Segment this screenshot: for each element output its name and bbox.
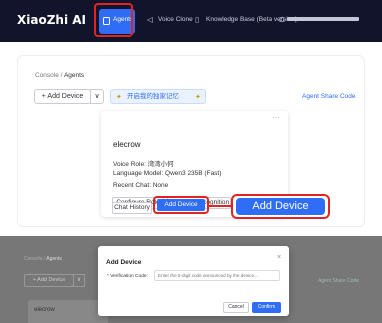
add-device-modal-screen: Console / Agents + Add Device ∨ Agent Sh… (0, 236, 382, 323)
agents-page: XiaoZhi AI Agents ◁ Voice Clone ▯ Knowle… (0, 0, 382, 228)
chat-history-button[interactable]: Chat History (112, 202, 152, 214)
knowledge-base-icon: ▯ (195, 15, 200, 24)
background-breadcrumb-separator: / (43, 256, 46, 262)
background-agent-name: elecrow (34, 307, 55, 313)
background-breadcrumb: Console / Agents (24, 256, 62, 262)
agents-highlight-box (94, 3, 133, 37)
sparkle-icon: ✦ (116, 94, 122, 101)
agent-name: elecrow (113, 140, 141, 149)
background-add-device-button: + Add Device (24, 274, 74, 287)
verification-code-label: * Verification Code: (107, 274, 148, 279)
top-navbar: XiaoZhi AI Agents ◁ Voice Clone ▯ Knowle… (0, 0, 382, 42)
breadcrumb-separator: / (60, 72, 63, 79)
voice-role: Voice Role: 湾湾小何 (113, 161, 174, 168)
voice-clone-icon: ◁ (147, 15, 153, 24)
chevron-down-icon[interactable]: ∨ (90, 89, 104, 104)
cancel-button[interactable]: Cancel (223, 302, 249, 313)
add-device-callout: Add Device (231, 194, 330, 219)
memory-button[interactable]: ✦ 开启我的独家记忆 ✦ (110, 89, 206, 104)
memory-button-label: 开启我的独家记忆 (127, 93, 179, 100)
callout-connector (209, 205, 232, 207)
background-breadcrumb-root: Console (24, 256, 43, 262)
confirm-button[interactable]: Confirm (252, 302, 281, 313)
recent-chat: Recent Chat: None (113, 182, 169, 189)
user-icon: Ω (279, 15, 285, 24)
breadcrumb: Console / Agents (35, 72, 84, 79)
verification-code-label-text: Verification Code: (110, 274, 148, 279)
background-breadcrumb-current: Agents (46, 256, 62, 262)
language-model: Language Model: Qwen3 235B (Fast) (113, 170, 222, 177)
close-icon[interactable]: × (277, 254, 281, 261)
required-mark: * (107, 274, 109, 279)
background-chevron-down-icon: ∨ (73, 274, 85, 287)
dialog-title: Add Device (106, 259, 142, 266)
add-device-highlight-box (153, 196, 209, 214)
breadcrumb-console[interactable]: Console (35, 72, 59, 79)
user-account-redacted[interactable] (287, 17, 359, 21)
add-device-button[interactable]: + Add Device (34, 89, 91, 104)
add-device-dialog: Add Device × * Verification Code: Cancel… (98, 246, 289, 316)
sparkle-icon: ✦ (195, 94, 201, 101)
callout-label: Add Device (236, 198, 325, 215)
more-icon[interactable]: ··· (272, 113, 280, 122)
brand-logo: XiaoZhi AI (17, 13, 86, 27)
verification-code-input[interactable] (154, 270, 280, 281)
nav-voice-clone[interactable]: Voice Clone (158, 16, 193, 23)
breadcrumb-current: Agents (63, 72, 85, 79)
background-share-code: Agent Share Code (318, 278, 360, 284)
agent-share-code-link[interactable]: Agent Share Code (302, 93, 355, 100)
